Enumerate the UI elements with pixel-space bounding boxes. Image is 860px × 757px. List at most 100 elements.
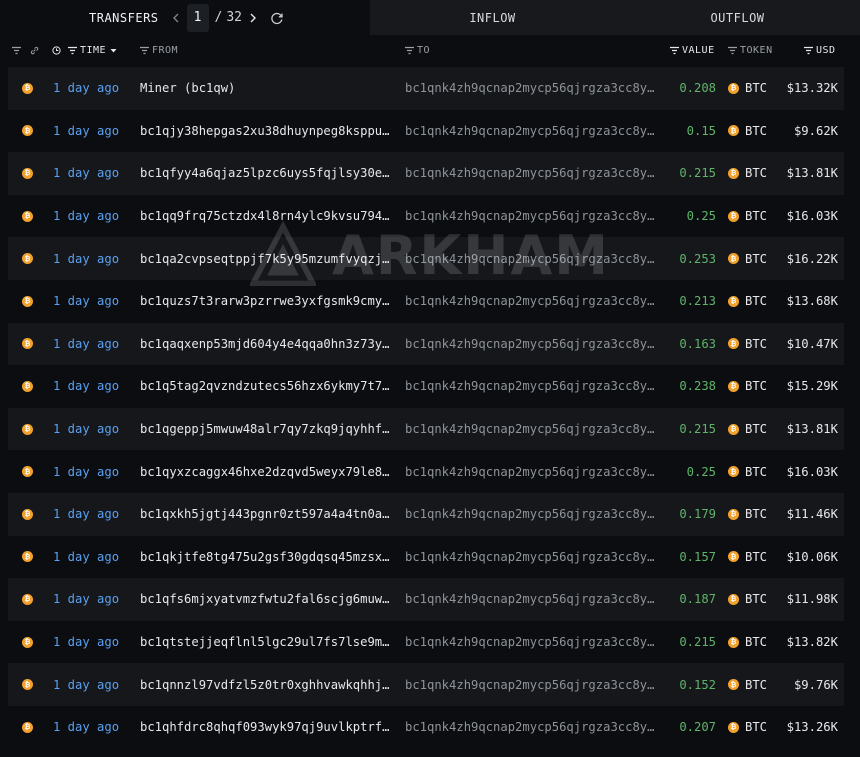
token-cell[interactable]: ₿ BTC xyxy=(728,237,778,280)
tab-transfers[interactable]: TRANSFERS 1 / 32 xyxy=(0,0,370,35)
page-number-input[interactable]: 1 xyxy=(186,3,209,32)
to-address-link[interactable]: bc1qnk4zh9qcnap2mycp56qjrgza3cc8y… xyxy=(405,195,657,238)
refresh-button[interactable] xyxy=(268,9,286,27)
to-address-link[interactable]: bc1qnk4zh9qcnap2mycp56qjrgza3cc8y… xyxy=(405,408,657,451)
to-address-link[interactable]: bc1qnk4zh9qcnap2mycp56qjrgza3cc8y… xyxy=(405,365,657,408)
time-link[interactable]: 1 day ago xyxy=(53,195,133,238)
table-row[interactable]: ₿ 1 day ago bc1qxkh5jgtj443pgnr0zt597a4a… xyxy=(8,492,844,536)
to-address-link[interactable]: bc1qnk4zh9qcnap2mycp56qjrgza3cc8y… xyxy=(405,280,657,323)
table-row[interactable]: ₿ 1 day ago Miner (bc1qw) bc1qnk4zh9qcna… xyxy=(8,67,844,110)
time-link[interactable]: 1 day ago xyxy=(53,237,133,280)
next-page-button[interactable] xyxy=(246,8,260,28)
from-address-link[interactable]: bc1qq9frq75ctzdx4l8rn4ylc9kvsu794… xyxy=(140,195,390,238)
time-link[interactable]: 1 day ago xyxy=(53,408,133,451)
time-link[interactable]: 1 day ago xyxy=(53,365,133,408)
token-cell[interactable]: ₿ BTC xyxy=(728,578,778,621)
from-address-link[interactable]: bc1qjy38hepgas2xu38dhuynpeg8ksppu… xyxy=(140,110,390,153)
token-column-header[interactable]: TOKEN xyxy=(728,36,773,64)
table-row[interactable]: ₿ 1 day ago bc1qkjtfe8tg475u2gsf30gdqsq4… xyxy=(8,536,844,579)
time-link[interactable]: 1 day ago xyxy=(53,706,133,749)
to-address-link[interactable]: bc1qnk4zh9qcnap2mycp56qjrgza3cc8y… xyxy=(405,323,657,366)
table-row[interactable]: ₿ 1 day ago bc1qnnzl97vdfzl5z0tr0xghhvaw… xyxy=(8,663,844,706)
from-address-link[interactable]: Miner (bc1qw) xyxy=(140,67,390,110)
value-column-header[interactable]: VALUE xyxy=(670,36,715,64)
prev-page-button[interactable] xyxy=(169,8,183,28)
token-cell[interactable]: ₿ BTC xyxy=(728,663,778,706)
table-row[interactable]: ₿ 1 day ago bc1qq9frq75ctzdx4l8rn4ylc9kv… xyxy=(8,195,844,238)
token-cell[interactable]: ₿ BTC xyxy=(728,67,778,110)
from-address-link[interactable]: bc1qyxzcaggx46hxe2dzqvd5weyx79le8… xyxy=(140,450,390,493)
table-row[interactable]: ₿ 1 day ago bc1qaqxenp53mjd604y4e4qqa0hn… xyxy=(8,322,844,366)
bitcoin-icon: ₿ xyxy=(22,423,33,435)
from-address-link[interactable]: bc1qxkh5jgtj443pgnr0zt597a4a4tn0a… xyxy=(140,493,390,536)
table-row[interactable]: ₿ 1 day ago bc1qfyy4a6qjaz5lpzc6uys5fqjl… xyxy=(8,152,844,195)
token-cell[interactable]: ₿ BTC xyxy=(728,323,778,366)
from-address-link[interactable]: bc1quzs7t3rarw3pzrrwe3yxfgsmk9cmy… xyxy=(140,280,390,323)
to-address-link[interactable]: bc1qnk4zh9qcnap2mycp56qjrgza3cc8y… xyxy=(405,152,657,195)
token-cell[interactable]: ₿ BTC xyxy=(728,621,778,664)
from-address-link[interactable]: bc1qgeppj5mwuw48alr7qy7zkq9jqyhhf… xyxy=(140,408,390,451)
time-link[interactable]: 1 day ago xyxy=(53,663,133,706)
from-address-link[interactable]: bc1qhfdrc8qhqf093wyk97qj9uvlkptrf… xyxy=(140,706,390,749)
to-column-label: TO xyxy=(417,44,431,56)
from-address-link[interactable]: bc1qkjtfe8tg475u2gsf30gdqsq45mzsx… xyxy=(140,536,390,579)
table-row[interactable]: ₿ 1 day ago bc1q5tag2qvzndzutecs56hzx6yk… xyxy=(8,365,844,408)
time-column-header[interactable]: TIME xyxy=(68,36,118,64)
to-address-link[interactable]: bc1qnk4zh9qcnap2mycp56qjrgza3cc8y… xyxy=(405,578,657,621)
token-cell[interactable]: ₿ BTC xyxy=(728,195,778,238)
token-cell[interactable]: ₿ BTC xyxy=(728,280,778,323)
from-address: bc1qgeppj5mwuw48alr7qy7zkq9jqyhhf… xyxy=(140,422,390,437)
time-link[interactable]: 1 day ago xyxy=(53,152,133,195)
from-address-link[interactable]: bc1q5tag2qvzndzutecs56hzx6ykmy7t7… xyxy=(140,365,390,408)
to-address-link[interactable]: bc1qnk4zh9qcnap2mycp56qjrgza3cc8y… xyxy=(405,663,657,706)
token-cell[interactable]: ₿ BTC xyxy=(728,706,778,749)
to-address-link[interactable]: bc1qnk4zh9qcnap2mycp56qjrgza3cc8y… xyxy=(405,237,657,280)
time-link[interactable]: 1 day ago xyxy=(53,578,133,621)
token-cell[interactable]: ₿ BTC xyxy=(728,536,778,579)
to-column-header[interactable]: TO xyxy=(405,36,430,64)
table-row[interactable]: ₿ 1 day ago bc1qgeppj5mwuw48alr7qy7zkq9j… xyxy=(8,407,844,451)
usd-column-header[interactable]: USD xyxy=(804,36,836,64)
from-address-link[interactable]: bc1qnnzl97vdfzl5z0tr0xghhvawkqhhj… xyxy=(140,663,390,706)
table-row[interactable]: ₿ 1 day ago bc1qfs6mjxyatvmzfwtu2fal6scj… xyxy=(8,578,844,621)
token-cell[interactable]: ₿ BTC xyxy=(728,450,778,493)
bitcoin-icon: ₿ xyxy=(22,508,33,520)
time-link[interactable]: 1 day ago xyxy=(53,450,133,493)
from-column-header[interactable]: FROM xyxy=(140,36,178,64)
time-link[interactable]: 1 day ago xyxy=(53,323,133,366)
from-address-link[interactable]: bc1qfyy4a6qjaz5lpzc6uys5fqjlsy30e… xyxy=(140,152,390,195)
filter-all-button[interactable] xyxy=(12,36,21,64)
time-link[interactable]: 1 day ago xyxy=(53,536,133,579)
time-link[interactable]: 1 day ago xyxy=(53,280,133,323)
table-row[interactable]: ₿ 1 day ago bc1qjy38hepgas2xu38dhuynpeg8… xyxy=(8,110,844,153)
token-cell[interactable]: ₿ BTC xyxy=(728,152,778,195)
time-link[interactable]: 1 day ago xyxy=(53,621,133,664)
table-row[interactable]: ₿ 1 day ago bc1qhfdrc8qhqf093wyk97qj9uvl… xyxy=(8,706,844,749)
tab-outflow[interactable]: OUTFLOW xyxy=(615,0,860,35)
from-address-link[interactable]: bc1qaqxenp53mjd604y4e4qqa0hn3z73y… xyxy=(140,323,390,366)
token-cell[interactable]: ₿ BTC xyxy=(728,493,778,536)
table-row[interactable]: ₿ 1 day ago bc1quzs7t3rarw3pzrrwe3yxfgsm… xyxy=(8,280,844,323)
to-address-link[interactable]: bc1qnk4zh9qcnap2mycp56qjrgza3cc8y… xyxy=(405,706,657,749)
from-address-link[interactable]: bc1qa2cvpseqtppjf7k5y95mzumfvyqzj… xyxy=(140,237,390,280)
to-address-link[interactable]: bc1qnk4zh9qcnap2mycp56qjrgza3cc8y… xyxy=(405,67,657,110)
to-address-link[interactable]: bc1qnk4zh9qcnap2mycp56qjrgza3cc8y… xyxy=(405,450,657,493)
tab-inflow[interactable]: INFLOW xyxy=(370,0,615,35)
link-filter-button[interactable] xyxy=(30,36,39,64)
to-address-link[interactable]: bc1qnk4zh9qcnap2mycp56qjrgza3cc8y… xyxy=(405,621,657,664)
table-row[interactable]: ₿ 1 day ago bc1qyxzcaggx46hxe2dzqvd5weyx… xyxy=(8,450,844,493)
to-address-link[interactable]: bc1qnk4zh9qcnap2mycp56qjrgza3cc8y… xyxy=(405,536,657,579)
token-cell[interactable]: ₿ BTC xyxy=(728,110,778,153)
from-address-link[interactable]: bc1qtstejjeqflnl5lgc29ul7fs7lse9m… xyxy=(140,621,390,664)
time-mode-button[interactable] xyxy=(52,36,61,64)
token-cell[interactable]: ₿ BTC xyxy=(728,408,778,451)
table-row[interactable]: ₿ 1 day ago bc1qa2cvpseqtppjf7k5y95mzumf… xyxy=(8,237,844,280)
table-row[interactable]: ₿ 1 day ago bc1qtstejjeqflnl5lgc29ul7fs7… xyxy=(8,621,844,664)
time-link[interactable]: 1 day ago xyxy=(53,67,133,110)
from-address-link[interactable]: bc1qfs6mjxyatvmzfwtu2fal6scjg6muw… xyxy=(140,578,390,621)
time-link[interactable]: 1 day ago xyxy=(53,493,133,536)
token-cell[interactable]: ₿ BTC xyxy=(728,365,778,408)
to-address-link[interactable]: bc1qnk4zh9qcnap2mycp56qjrgza3cc8y… xyxy=(405,493,657,536)
to-address-link[interactable]: bc1qnk4zh9qcnap2mycp56qjrgza3cc8y… xyxy=(405,110,657,153)
time-link[interactable]: 1 day ago xyxy=(53,110,133,153)
